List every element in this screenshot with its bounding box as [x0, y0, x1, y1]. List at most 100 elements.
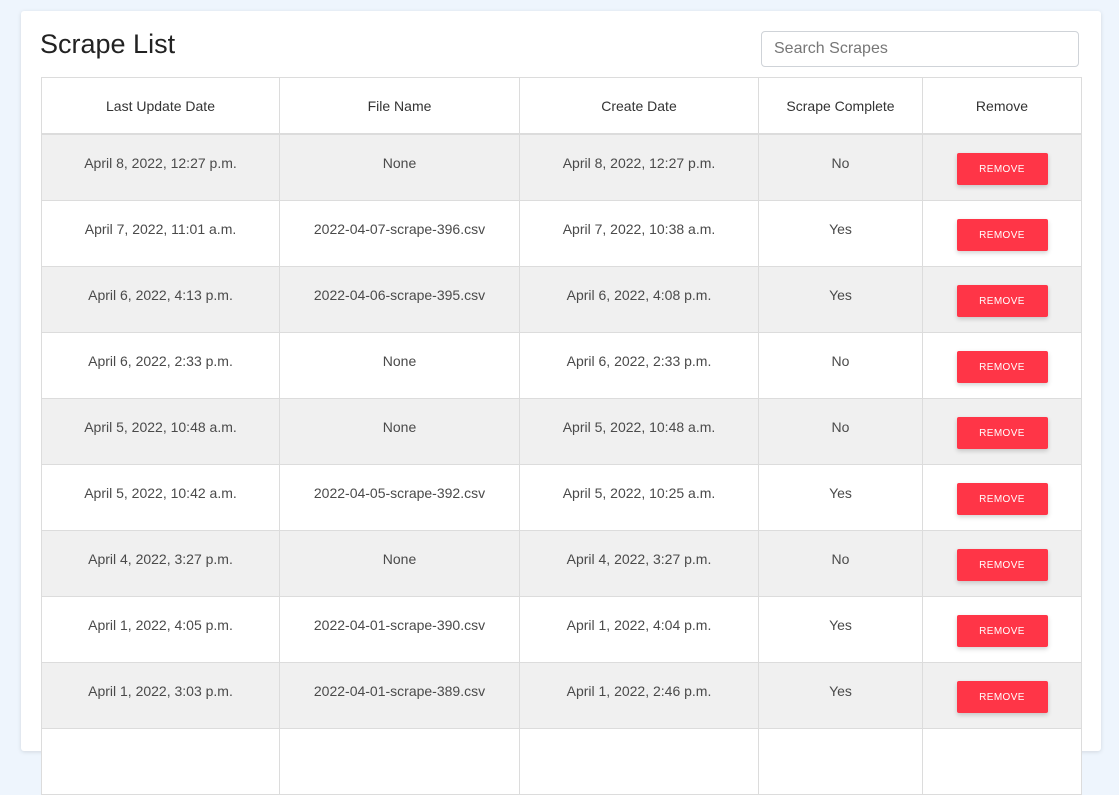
cell-file-name: 2022-04-06-scrape-395.csv	[279, 266, 520, 333]
cell-scrape-complete: Yes	[758, 596, 923, 663]
file-name-text: 2022-04-01-scrape-389.csv	[313, 683, 486, 699]
table-row: April 8, 2022, 12:27 p.m. None April 8, …	[41, 133, 1082, 201]
file-name-text: 2022-04-01-scrape-390.csv	[313, 617, 486, 633]
cell-last-update: April 5, 2022, 10:42 a.m.	[41, 464, 280, 531]
cell-scrape-complete: Yes	[758, 200, 923, 267]
table-row: April 6, 2022, 2:33 p.m. None April 6, 2…	[41, 332, 1082, 399]
file-name-text: 2022-04-07-scrape-396.csv	[313, 221, 486, 237]
table-row: April 6, 2022, 4:13 p.m. 2022-04-06-scra…	[41, 266, 1082, 333]
scrape-complete-text: Yes	[829, 683, 852, 699]
table-row: April 5, 2022, 10:42 a.m. 2022-04-05-scr…	[41, 464, 1082, 531]
cell-remove: REMOVE	[922, 530, 1082, 597]
cell-scrape-complete: No	[758, 133, 923, 201]
cell-last-update: April 1, 2022, 3:03 p.m.	[41, 662, 280, 729]
cell-last-update: April 8, 2022, 12:27 p.m.	[41, 133, 280, 201]
scrape-complete-text: No	[831, 551, 850, 567]
scrape-complete-text: No	[831, 419, 850, 435]
scrape-complete-text: Yes	[829, 617, 852, 633]
remove-button[interactable]: REMOVE	[956, 681, 1048, 713]
last-update-text: April 1, 2022, 3:03 p.m.	[88, 683, 233, 699]
cell-remove: REMOVE	[922, 200, 1082, 267]
page-title: Scrape List	[40, 29, 176, 59]
file-name-text: 2022-04-05-scrape-392.csv	[313, 485, 486, 501]
cell-scrape-complete: No	[758, 530, 923, 597]
cell-file-name: None	[279, 530, 520, 597]
file-name-text: None	[382, 551, 417, 567]
cell-last-update: April 6, 2022, 4:13 p.m.	[41, 266, 280, 333]
last-update-text: April 4, 2022, 3:27 p.m.	[88, 551, 233, 567]
table-header-row: Last Update Date File Name Create Date S…	[41, 77, 1082, 135]
scrape-table: Last Update Date File Name Create Date S…	[41, 77, 1082, 795]
header-remove: Remove	[922, 77, 1082, 135]
create-date-text: April 1, 2022, 2:46 p.m.	[566, 683, 712, 699]
cell-file-name: 2022-04-07-scrape-396.csv	[279, 200, 520, 267]
cell-scrape-complete: No	[758, 398, 923, 465]
header-file-name[interactable]: File Name	[279, 77, 520, 135]
table-row: April 7, 2022, 11:01 a.m. 2022-04-07-scr…	[41, 200, 1082, 267]
table-row: April 4, 2022, 3:27 p.m. None April 4, 2…	[41, 530, 1082, 597]
cell-remove: REMOVE	[922, 133, 1082, 201]
table-row: April 5, 2022, 10:48 a.m. None April 5, …	[41, 398, 1082, 465]
cell-create-date: April 4, 2022, 3:27 p.m.	[519, 530, 759, 597]
create-date-text: April 1, 2022, 4:04 p.m.	[566, 617, 712, 633]
last-update-text: April 6, 2022, 4:13 p.m.	[88, 287, 233, 303]
header-create-date[interactable]: Create Date	[519, 77, 759, 135]
cell-create-date: April 6, 2022, 4:08 p.m.	[519, 266, 759, 333]
create-date-text: April 4, 2022, 3:27 p.m.	[566, 551, 712, 567]
cell-file-name: None	[279, 332, 520, 399]
table-row: April 1, 2022, 3:03 p.m. 2022-04-01-scra…	[41, 662, 1082, 729]
scrape-complete-text: Yes	[829, 221, 852, 237]
header-last-update-date[interactable]: Last Update Date	[41, 77, 280, 135]
cell-create-date: April 1, 2022, 2:46 p.m.	[519, 662, 759, 729]
table-row: April 1, 2022, 4:05 p.m. 2022-04-01-scra…	[41, 596, 1082, 663]
create-date-text: April 8, 2022, 12:27 p.m.	[562, 155, 716, 171]
create-date-text: April 6, 2022, 2:33 p.m.	[566, 353, 712, 369]
remove-button[interactable]: REMOVE	[956, 483, 1048, 515]
create-date-text: April 7, 2022, 10:38 a.m.	[562, 221, 716, 237]
remove-button[interactable]: REMOVE	[956, 549, 1048, 581]
remove-button[interactable]: REMOVE	[956, 615, 1048, 647]
cell-scrape-complete: Yes	[758, 464, 923, 531]
remove-button[interactable]: REMOVE	[956, 153, 1048, 185]
cell-last-update: April 5, 2022, 10:48 a.m.	[41, 398, 280, 465]
scrape-complete-text: No	[831, 353, 850, 369]
create-date-text: April 6, 2022, 4:08 p.m.	[566, 287, 712, 303]
header-scrape-complete[interactable]: Scrape Complete	[758, 77, 923, 135]
cell-file-name: 2022-04-01-scrape-390.csv	[279, 596, 520, 663]
cell-remove: REMOVE	[922, 398, 1082, 465]
remove-button[interactable]: REMOVE	[956, 285, 1048, 317]
cell-scrape-complete: Yes	[758, 662, 923, 729]
cell-file-name: None	[279, 133, 520, 201]
scrape-complete-text: No	[831, 155, 850, 171]
cell-remove: REMOVE	[922, 596, 1082, 663]
last-update-text: April 7, 2022, 11:01 a.m.	[84, 221, 237, 237]
cell-create-date: April 5, 2022, 10:48 a.m.	[519, 398, 759, 465]
file-name-text: None	[382, 419, 417, 435]
cell-create-date: April 6, 2022, 2:33 p.m.	[519, 332, 759, 399]
cell-scrape-complete: No	[758, 332, 923, 399]
cell-last-update: April 7, 2022, 11:01 a.m.	[41, 200, 280, 267]
cell-remove: REMOVE	[922, 332, 1082, 399]
cell-file-name: 2022-04-01-scrape-389.csv	[279, 662, 520, 729]
scrape-complete-text: Yes	[829, 485, 852, 501]
last-update-text: April 1, 2022, 4:05 p.m.	[88, 617, 233, 633]
file-name-text: 2022-04-06-scrape-395.csv	[313, 287, 486, 303]
cell-last-update: April 4, 2022, 3:27 p.m.	[41, 530, 280, 597]
remove-button[interactable]: REMOVE	[956, 219, 1048, 251]
create-date-text: April 5, 2022, 10:48 a.m.	[562, 419, 716, 435]
table-row	[41, 728, 1082, 795]
cell-create-date: April 8, 2022, 12:27 p.m.	[519, 133, 759, 201]
cell-remove: REMOVE	[922, 662, 1082, 729]
cell-scrape-complete: Yes	[758, 266, 923, 333]
create-date-text: April 5, 2022, 10:25 a.m.	[562, 485, 716, 501]
file-name-text: None	[382, 353, 417, 369]
cell-remove: REMOVE	[922, 464, 1082, 531]
remove-button[interactable]: REMOVE	[956, 417, 1048, 449]
cell-create-date: April 7, 2022, 10:38 a.m.	[519, 200, 759, 267]
search-input[interactable]	[761, 31, 1079, 67]
cell-remove: REMOVE	[922, 266, 1082, 333]
cell-last-update: April 6, 2022, 2:33 p.m.	[41, 332, 280, 399]
file-name-text: None	[382, 155, 417, 171]
remove-button[interactable]: REMOVE	[956, 351, 1048, 383]
last-update-text: April 8, 2022, 12:27 p.m.	[84, 155, 237, 171]
